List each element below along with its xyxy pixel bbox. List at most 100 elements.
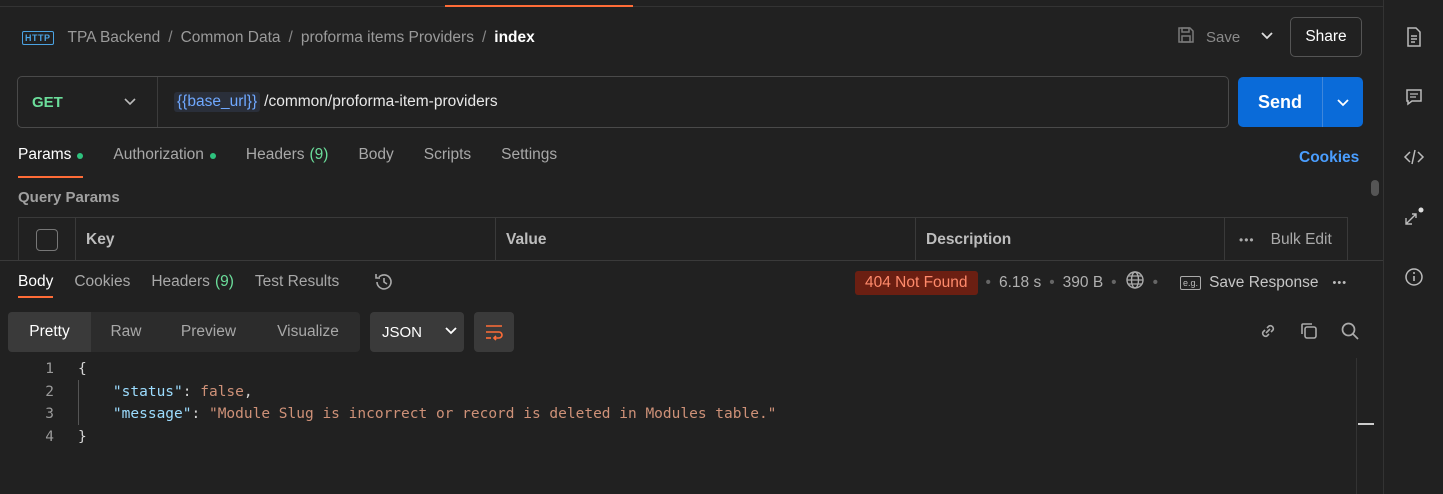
code-icon[interactable] — [1403, 146, 1425, 168]
url-input[interactable]: {{base_url}} /common/proforma-item-provi… — [158, 92, 498, 112]
tab-label: Headers — [245, 146, 305, 163]
tab-settings[interactable]: Settings — [501, 146, 557, 178]
save-response-label: Save Response — [1209, 273, 1319, 291]
history-icon[interactable] — [373, 271, 395, 297]
tab-params[interactable]: Params — [18, 146, 84, 178]
related-requests-icon[interactable] — [1403, 206, 1425, 228]
tab-count: (9) — [214, 273, 234, 290]
request-tabs: Params Authorization Headers (9) Body Scr… — [18, 146, 587, 178]
tab-headers[interactable]: Headers (9) — [246, 146, 329, 178]
chevron-down-icon — [123, 94, 137, 112]
breadcrumb-current-request[interactable]: index — [494, 29, 534, 47]
json-comma: , — [243, 383, 253, 400]
code-line: 3 "message": "Module Slug is incorrect o… — [0, 403, 1356, 426]
share-button[interactable]: Share — [1290, 17, 1362, 57]
scroll-marker — [1358, 423, 1374, 425]
send-options-chevron-icon[interactable] — [1323, 77, 1363, 127]
response-tools — [1257, 320, 1361, 342]
breadcrumb-separator: / — [288, 29, 293, 46]
tab-scripts[interactable]: Scripts — [424, 146, 471, 178]
link-icon[interactable] — [1257, 320, 1279, 342]
save-button[interactable]: Save — [1206, 29, 1240, 46]
response-body-editor[interactable]: 1 { 2 "status": false, 3 "message": "Mod… — [0, 358, 1356, 448]
line-number: 3 — [45, 406, 54, 423]
format-preview[interactable]: Preview — [161, 312, 256, 352]
column-description: Description — [916, 218, 1225, 261]
code-text: } — [78, 428, 87, 445]
select-all-checkbox[interactable] — [19, 218, 76, 261]
separator-dot: • — [1152, 273, 1159, 291]
response-time[interactable]: 6.18 s — [999, 274, 1041, 292]
tab-label: Body — [18, 273, 54, 290]
tab-label: Cookies — [74, 273, 131, 290]
active-tab-indicator — [445, 5, 633, 7]
json-key: "status" — [112, 383, 183, 400]
line-number: 1 — [45, 361, 54, 378]
tab-label: Headers — [151, 273, 210, 290]
response-tab-test-results[interactable]: Test Results — [255, 273, 339, 299]
more-options-icon[interactable]: ••• — [1333, 277, 1348, 289]
method-select[interactable]: GET — [18, 77, 158, 127]
url-variable: {{base_url}} — [174, 92, 261, 112]
response-meta: 404 Not Found • 6.18 s • 390 B • • e.g. … — [855, 270, 1347, 295]
code-line: 2 "status": false, — [0, 381, 1356, 404]
tab-label: Params — [18, 146, 72, 163]
breadcrumb-item-folder[interactable]: Common Data — [181, 29, 281, 47]
tab-label: Body — [358, 146, 394, 163]
globe-icon[interactable] — [1125, 270, 1145, 295]
line-number: 2 — [45, 383, 54, 400]
response-tabs: Body Cookies Headers (9) Test Results — [18, 273, 360, 299]
format-visualize[interactable]: Visualize — [256, 312, 360, 352]
chevron-down-icon — [444, 323, 458, 341]
search-icon[interactable] — [1339, 320, 1361, 342]
json-value: false — [200, 383, 244, 400]
active-dot-icon — [77, 153, 84, 159]
language-select[interactable]: JSON — [370, 312, 464, 352]
column-value: Value — [496, 218, 916, 261]
method-value: GET — [32, 93, 63, 111]
cookies-link[interactable]: Cookies — [1299, 149, 1359, 167]
wrap-lines-icon[interactable] — [474, 312, 514, 352]
line-number: 4 — [45, 428, 54, 445]
json-key: "message" — [112, 406, 192, 423]
bulk-edit-button[interactable]: ••• Bulk Edit — [1225, 218, 1347, 261]
json-value: "Module Slug is incorrect or record is d… — [208, 406, 777, 423]
response-format-tabs: Pretty Raw Preview Visualize — [8, 312, 360, 352]
editor-scrollbar[interactable] — [1356, 358, 1374, 494]
format-pretty[interactable]: Pretty — [8, 312, 91, 352]
comment-icon[interactable] — [1403, 86, 1425, 108]
tab-count: (9) — [309, 146, 329, 163]
response-tab-body[interactable]: Body — [18, 273, 54, 299]
send-button[interactable]: Send — [1238, 77, 1323, 127]
send-button-group: Send — [1238, 77, 1363, 127]
url-path: /common/proforma-item-providers — [264, 93, 498, 110]
scrollbar[interactable] — [1371, 180, 1379, 196]
tab-body[interactable]: Body — [358, 146, 393, 178]
save-response-button[interactable]: e.g. Save Response — [1180, 273, 1319, 292]
copy-icon[interactable] — [1298, 320, 1320, 342]
tab-label: Settings — [501, 146, 558, 163]
save-options-chevron-icon[interactable] — [1260, 28, 1274, 46]
pane-divider[interactable] — [0, 260, 1383, 261]
response-size[interactable]: 390 B — [1063, 274, 1104, 292]
code-line: 1 { — [0, 358, 1356, 381]
status-badge[interactable]: 404 Not Found — [855, 270, 978, 295]
breadcrumb-separator: / — [481, 29, 487, 46]
top-tab-strip — [0, 0, 1383, 7]
save-icon[interactable] — [1176, 25, 1196, 49]
save-group: Save — [1176, 24, 1274, 50]
document-icon[interactable] — [1403, 26, 1425, 48]
response-tab-headers[interactable]: Headers (9) — [151, 273, 234, 299]
query-params-table-header: Key Value Description ••• Bulk Edit — [18, 217, 1348, 261]
more-horizontal-icon: ••• — [1239, 232, 1255, 247]
active-dot-icon — [209, 153, 216, 159]
breadcrumb-item-subfolder[interactable]: proforma items Providers — [301, 29, 474, 47]
separator-dot: • — [985, 273, 991, 291]
breadcrumb: HTTP TPA Backend / Common Data / proform… — [22, 26, 535, 50]
tab-authorization[interactable]: Authorization — [113, 146, 216, 178]
format-raw[interactable]: Raw — [91, 312, 161, 352]
bulk-edit-label: Bulk Edit — [1270, 230, 1332, 248]
breadcrumb-item-collection[interactable]: TPA Backend — [68, 29, 161, 47]
response-tab-cookies[interactable]: Cookies — [74, 273, 130, 299]
info-icon[interactable] — [1403, 266, 1425, 288]
